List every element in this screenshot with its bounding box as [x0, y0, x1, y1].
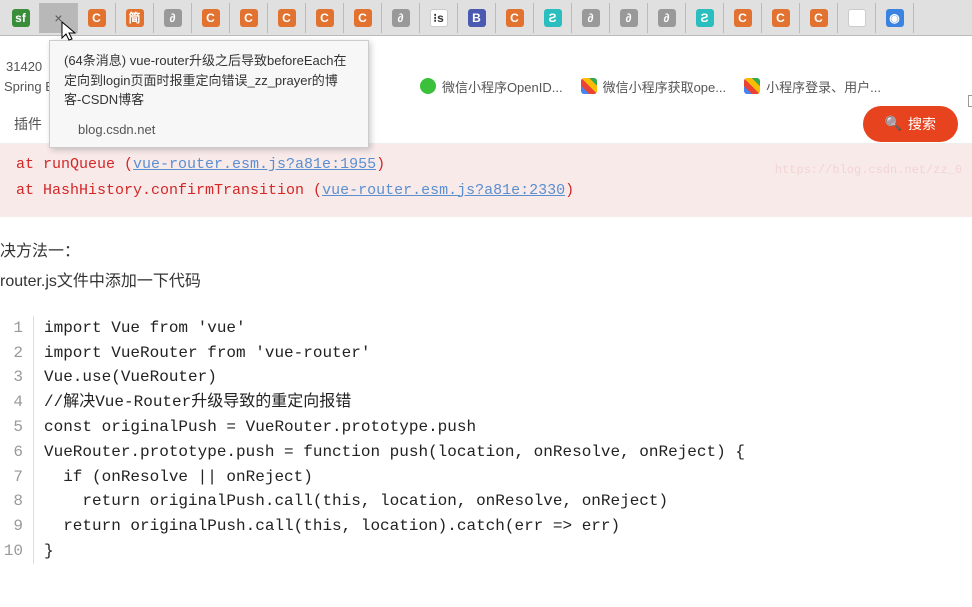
- tab-close[interactable]: ×: [40, 3, 78, 33]
- code-line-5: 5const originalPush = VueRouter.prototyp…: [0, 415, 972, 440]
- search-button[interactable]: 🔍 搜索: [863, 106, 958, 142]
- tab-c-3[interactable]: C: [230, 3, 268, 33]
- tab-c-5[interactable]: C: [306, 3, 344, 33]
- search-label: 搜索: [908, 114, 936, 134]
- csdn-icon: C: [88, 9, 106, 27]
- article-content: 决方法一： router.js文件中添加一下代码 1import Vue fro…: [0, 217, 972, 564]
- grid-icon: [744, 78, 760, 94]
- search-area: 🔍 搜索: [863, 106, 958, 142]
- tab-z-3[interactable]: ∂: [572, 3, 610, 33]
- csdn-icon: C: [354, 9, 372, 27]
- wechat-icon: [420, 78, 436, 94]
- tab-tooltip: (64条消息) vue-router升级之后导致beforeEach在定向到lo…: [49, 40, 369, 148]
- csdn-icon: C: [316, 9, 334, 27]
- bookmark-miniprogram-login[interactable]: 小程序登录、用户...: [744, 77, 881, 96]
- csdn-icon: C: [772, 9, 790, 27]
- code-line-4: 4//解决Vue-Router升级导致的重定向报错: [0, 390, 972, 415]
- code-line-10: 10}: [0, 539, 972, 564]
- tab-z-1[interactable]: ∂: [154, 3, 192, 33]
- csdn-icon: C: [240, 9, 258, 27]
- code-line-7: 7 if (onResolve || onReject): [0, 465, 972, 490]
- tab-mail[interactable]: ✉: [838, 3, 876, 33]
- zhihu-icon: ∂: [658, 9, 676, 27]
- b2-icon: Ƨ: [696, 9, 714, 27]
- tab-c-10[interactable]: C: [800, 3, 838, 33]
- tab-b[interactable]: B: [458, 3, 496, 33]
- tab-z-2[interactable]: ∂: [382, 3, 420, 33]
- code-line-8: 8 return originalPush.call(this, locatio…: [0, 489, 972, 514]
- error-stacktrace: at runQueue (vue-router.esm.js?a81e:1955…: [0, 144, 972, 217]
- mail-icon: ✉: [848, 9, 866, 27]
- toolbar-plugins[interactable]: 插件: [14, 114, 42, 134]
- tab-b2-2[interactable]: Ƨ: [686, 3, 724, 33]
- tooltip-title: (64条消息) vue-router升级之后导致beforeEach在定向到lo…: [64, 51, 354, 110]
- code-line-3: 3Vue.use(VueRouter): [0, 365, 972, 390]
- tab-c-2[interactable]: C: [192, 3, 230, 33]
- error-link-1[interactable]: vue-router.esm.js?a81e:1955: [133, 156, 376, 173]
- tab-z-5[interactable]: ∂: [648, 3, 686, 33]
- code-line-1: 1import Vue from 'vue': [0, 316, 972, 341]
- zhihu-icon: ∂: [582, 9, 600, 27]
- tooltip-url: blog.csdn.net: [78, 116, 354, 137]
- close-icon: ×: [54, 10, 62, 26]
- code-line-2: 2import VueRouter from 'vue-router': [0, 341, 972, 366]
- blue-icon: ◉: [886, 9, 904, 27]
- csdn-icon: C: [734, 9, 752, 27]
- bookmark-wechat-ope[interactable]: 微信小程序获取ope...: [581, 77, 727, 96]
- tab-z-4[interactable]: ∂: [610, 3, 648, 33]
- csdn-icon: C: [506, 9, 524, 27]
- browser-tab-strip: sf × C 简 ∂ C C C C C ∂ ⁝s B C Ƨ ∂ ∂ ∂ Ƨ …: [0, 0, 972, 36]
- tab-c-9[interactable]: C: [762, 3, 800, 33]
- csdn-icon: C: [810, 9, 828, 27]
- b2-icon: Ƨ: [544, 9, 562, 27]
- tab-b2-1[interactable]: Ƨ: [534, 3, 572, 33]
- s-icon: ⁝s: [430, 9, 448, 27]
- solution-desc: router.js文件中添加一下代码: [0, 267, 972, 297]
- page-indicator: 31420: [0, 56, 48, 77]
- error-link-2[interactable]: vue-router.esm.js?a81e:2330: [322, 182, 565, 199]
- tab-c-6[interactable]: C: [344, 3, 382, 33]
- tab-c-4[interactable]: C: [268, 3, 306, 33]
- code-block: 1import Vue from 'vue' 2import VueRouter…: [0, 316, 972, 564]
- tab-c-8[interactable]: C: [724, 3, 762, 33]
- tab-c-1[interactable]: C: [78, 3, 116, 33]
- tab-blue[interactable]: ◉: [876, 3, 914, 33]
- watermark: https://blog.csdn.net/zz_0: [775, 160, 962, 180]
- code-line-6: 6VueRouter.prototype.push = function pus…: [0, 440, 972, 465]
- code-line-9: 9 return originalPush.call(this, locatio…: [0, 514, 972, 539]
- tab-jian[interactable]: 简: [116, 3, 154, 33]
- csdn-icon: C: [278, 9, 296, 27]
- jianshu-icon: 简: [126, 9, 144, 27]
- solution-title: 决方法一：: [0, 237, 972, 267]
- bookmark-wechat-openid[interactable]: 微信小程序OpenID...: [420, 77, 563, 96]
- grid-icon: [581, 78, 597, 94]
- sf-icon: sf: [12, 9, 30, 27]
- zhihu-icon: ∂: [392, 9, 410, 27]
- bootstrap-icon: B: [468, 9, 486, 27]
- zhihu-icon: ∂: [620, 9, 638, 27]
- bookmark-overflow-icon[interactable]: [968, 95, 972, 107]
- tab-c-7[interactable]: C: [496, 3, 534, 33]
- search-icon: 🔍: [885, 115, 902, 132]
- zhihu-icon: ∂: [164, 9, 182, 27]
- tab-s[interactable]: ⁝s: [420, 3, 458, 33]
- error-line-2: at HashHistory.confirmTransition (vue-ro…: [16, 178, 956, 204]
- csdn-icon: C: [202, 9, 220, 27]
- tab-sf[interactable]: sf: [2, 3, 40, 33]
